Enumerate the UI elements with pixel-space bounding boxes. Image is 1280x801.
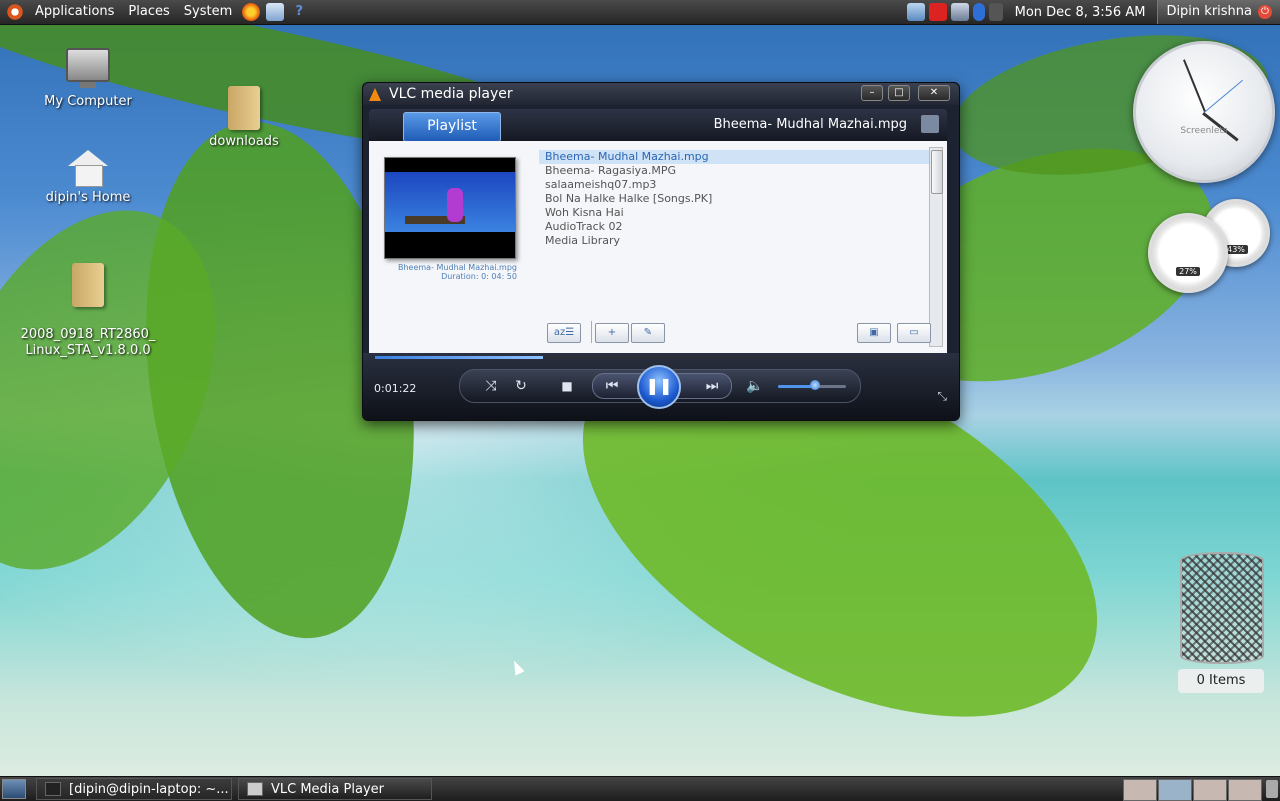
list-item[interactable]: Bol Na Halke Halke [Songs.PK] — [539, 192, 931, 206]
pause-button[interactable]: ❚❚ — [637, 365, 681, 409]
workspace-2[interactable] — [1158, 779, 1192, 801]
cpu-gauge[interactable]: 27% — [1148, 213, 1228, 293]
folder-icon — [228, 86, 260, 130]
maximize-button[interactable]: □ — [888, 85, 910, 101]
thumbnail-title: Bheema- Mudhal Mazhai.mpg — [397, 263, 517, 272]
list-item[interactable]: AudioTrack 02 — [539, 220, 931, 234]
volume-icon[interactable] — [988, 3, 1003, 21]
mail-icon[interactable] — [266, 3, 285, 21]
system-tray: Mon Dec 8, 3:56 AM Dipin krishna ⏻ — [905, 0, 1280, 24]
user-name: Dipin krishna — [1166, 4, 1252, 19]
minimize-button[interactable]: – — [861, 85, 883, 101]
edit-button[interactable]: ✎ — [631, 323, 665, 343]
desktop-icon-driver-folder[interactable]: 2008_0918_RT2860_ Linux_STA_v1.8.0.0 — [18, 247, 158, 375]
clock-screenlet[interactable]: Screenlets — [1133, 41, 1275, 183]
desktop-icon-label: dipin's Home — [45, 190, 131, 205]
panel-clock[interactable]: Mon Dec 8, 3:56 AM — [1015, 5, 1146, 20]
video-thumbnail — [384, 157, 516, 259]
list-item[interactable]: Bheema- Ragasiya.MPG — [539, 164, 931, 178]
update-icon[interactable] — [928, 3, 947, 21]
bluetooth-icon[interactable] — [972, 3, 985, 21]
folder-icon — [72, 263, 104, 307]
computer-icon — [66, 48, 110, 88]
elapsed-time: 0:01:22 — [374, 382, 417, 395]
list-item[interactable]: salaameishq07.mp3 — [539, 178, 931, 192]
thumbnail-caption: Bheema- Mudhal Mazhai.mpg Duration: 0: 0… — [377, 263, 517, 281]
taskbar-label: [dipin@dipin-laptop: ~... — [69, 781, 229, 797]
thumbnail-duration: Duration: 0: 04: 50 — [441, 272, 517, 281]
taskbar-label: VLC Media Player — [271, 781, 384, 797]
next-icon[interactable]: ⏭ — [699, 373, 725, 399]
minute-hand — [1183, 59, 1206, 112]
button-divider — [591, 321, 592, 343]
user-switcher[interactable]: Dipin krishna ⏻ — [1157, 0, 1280, 24]
sort-button[interactable]: az☰ — [547, 323, 581, 343]
add-file-button[interactable]: + — [595, 323, 629, 343]
playlist: Bheema- Mudhal Mazhai.mpg Bheema- Ragasi… — [539, 150, 931, 248]
save-playlist-button[interactable]: ▣ — [857, 323, 891, 343]
minimize-to-mini-icon[interactable]: ⤡ — [937, 389, 947, 404]
seek-bar[interactable] — [375, 356, 935, 359]
workspace-switcher — [1122, 779, 1262, 801]
tab-playlist[interactable]: Playlist — [403, 112, 501, 142]
second-hand — [1204, 79, 1243, 113]
trash-icon[interactable] — [1176, 548, 1264, 664]
ubuntu-logo-icon[interactable] — [6, 3, 24, 21]
speaker-icon[interactable]: 🔈 — [742, 373, 768, 399]
playlist-scrollbar[interactable] — [929, 147, 943, 347]
repeat-icon[interactable]: ↻ — [508, 373, 534, 399]
window-icon — [247, 782, 263, 796]
help-icon[interactable]: ? — [290, 3, 308, 21]
vlc-cone-icon — [369, 87, 381, 101]
vlc-window: VLC media player – □ ✕ Playlist Bheema- … — [362, 82, 960, 421]
menu-places[interactable]: Places — [121, 0, 176, 24]
close-button[interactable]: ✕ — [918, 85, 950, 101]
shuffle-icon[interactable]: ⤨ — [478, 373, 504, 399]
cpu-reading: 27% — [1176, 267, 1200, 276]
workspace-3[interactable] — [1193, 779, 1227, 801]
power-icon[interactable]: ⏻ — [1258, 5, 1272, 19]
menu-system[interactable]: System — [177, 0, 239, 24]
playlist-panel: Bheema- Mudhal Mazhai.mpg Duration: 0: 0… — [369, 141, 947, 353]
terminal-icon — [45, 782, 61, 796]
desktop-icon-home[interactable]: dipin's Home — [18, 150, 158, 205]
desktop-icon-label: 2008_0918_RT2860_ Linux_STA_v1.8.0.0 — [20, 327, 156, 358]
now-playing-title: Bheema- Mudhal Mazhai.mpg — [713, 117, 907, 132]
folder-notify-icon[interactable] — [906, 3, 925, 21]
desktop-icon-my-computer[interactable]: My Computer — [18, 48, 158, 109]
film-icon[interactable] — [921, 115, 939, 133]
home-icon — [68, 150, 108, 187]
mouse-cursor — [509, 658, 525, 676]
previous-icon[interactable]: ⏮ — [599, 373, 625, 399]
bottom-panel: [dipin@dipin-laptop: ~... VLC Media Play… — [0, 776, 1280, 801]
firefox-icon[interactable] — [242, 3, 261, 21]
stop-icon[interactable]: ■ — [554, 373, 580, 399]
window-title: VLC media player — [389, 86, 513, 102]
workspace-4[interactable] — [1228, 779, 1262, 801]
list-item[interactable]: Bheema- Mudhal Mazhai.mpg — [539, 150, 931, 164]
transport-controls: ⤨ ↻ ■ ⏮ ⏭ ❚❚ 🔈 — [459, 365, 861, 409]
volume-knob[interactable] — [810, 380, 821, 390]
vlc-header: Playlist Bheema- Mudhal Mazhai.mpg — [369, 109, 947, 142]
list-item[interactable]: Woh Kisna Hai — [539, 206, 931, 220]
desktop-icon-downloads[interactable]: downloads — [174, 86, 314, 149]
taskbar-item-terminal[interactable]: [dipin@dipin-laptop: ~... — [36, 778, 232, 800]
network-icon[interactable] — [950, 3, 969, 21]
desktop-icon-label: My Computer — [44, 94, 132, 109]
workspace-1[interactable] — [1123, 779, 1157, 801]
list-item[interactable]: Media Library — [539, 234, 931, 248]
trash-applet-icon[interactable] — [1266, 780, 1278, 798]
desktop-icon-label: downloads — [209, 134, 279, 149]
clock-label: Screenlets — [1180, 126, 1228, 136]
taskbar-item-vlc[interactable]: VLC Media Player — [238, 778, 432, 800]
menu-applications[interactable]: Applications — [28, 0, 121, 24]
top-panel: Applications Places System ? Mon Dec 8, … — [0, 0, 1280, 25]
trash-label: 0 Items — [1178, 669, 1264, 693]
control-bar: 0:01:22 ⤨ ↻ ■ ⏮ ⏭ ❚❚ 🔈 ⤡ — [363, 353, 959, 420]
open-playlist-button[interactable]: ▭ — [897, 323, 931, 343]
show-desktop-button[interactable] — [2, 779, 26, 799]
